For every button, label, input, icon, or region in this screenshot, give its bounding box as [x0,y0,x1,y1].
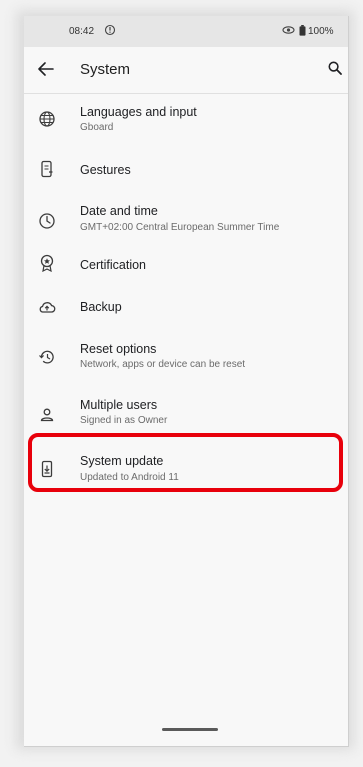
setting-multiple-users[interactable]: Multiple users Signed in as Owner [24,388,348,436]
setting-title: Date and time [80,204,158,218]
gesture-nav-bar[interactable] [162,728,218,731]
battery-percentage: 100% [308,26,334,37]
setting-languages-and-input[interactable]: Languages and input Gboard [24,94,348,142]
status-bar: 08:42 100% [24,16,348,47]
setting-gestures[interactable]: Gestures [24,150,348,190]
back-arrow-icon[interactable] [38,62,54,81]
setting-date-and-time[interactable]: Date and time GMT+02:00 Central European… [24,194,348,242]
gesture-phone-icon [38,160,56,178]
setting-title: Certification [80,258,146,272]
setting-certification[interactable]: Certification [24,246,348,286]
setting-title: System update [80,454,164,468]
page-title: System [80,61,131,78]
setting-subtitle: Updated to Android 11 [80,472,179,483]
screenshot-stage: 08:42 100% System Languages and input Gb… [0,0,363,767]
search-icon[interactable] [328,61,342,80]
system-update-icon [38,460,56,478]
person-icon [38,406,56,424]
cloud-upload-icon [38,298,56,316]
history-icon [38,348,56,366]
battery-icon [299,25,306,39]
clock-icon [38,212,56,230]
app-bar: System [24,47,348,94]
setting-title: Gestures [80,163,131,177]
badge-icon [38,254,56,273]
setting-system-update[interactable]: System update Updated to Android 11 [24,444,348,492]
setting-title: Languages and input [80,105,197,119]
setting-title: Multiple users [80,398,158,412]
setting-subtitle: Signed in as Owner [80,415,168,426]
setting-title: Backup [80,300,122,314]
setting-subtitle: GMT+02:00 Central European Summer Time [80,222,280,233]
eye-icon [282,25,295,38]
setting-subtitle: Network, apps or device can be reset [80,359,246,370]
setting-title: Reset options [80,342,157,356]
device-screen: 08:42 100% System Languages and input Gb… [24,16,349,747]
globe-icon [38,110,56,128]
sync-icon [104,24,116,39]
setting-backup[interactable]: Backup [24,288,348,328]
setting-subtitle: Gboard [80,122,114,133]
status-time: 08:42 [69,26,95,37]
setting-reset-options[interactable]: Reset options Network, apps or device ca… [24,332,348,380]
